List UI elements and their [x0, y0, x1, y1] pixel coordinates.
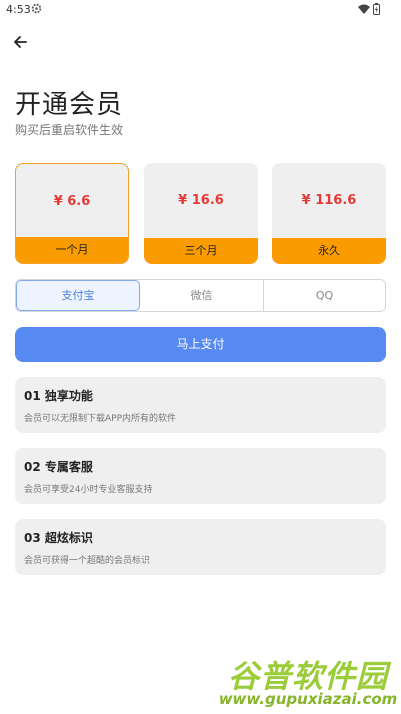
- watermark-logo: 谷普软件园 www.gupuxiazai.com: [218, 651, 398, 709]
- pay-now-button[interactable]: 马上支付: [15, 327, 386, 362]
- plan-list: ¥ 6.6 一个月 ¥ 16.6 三个月 ¥ 116.6 永久: [15, 163, 386, 264]
- wifi-icon: [358, 4, 370, 14]
- plan-card-permanent[interactable]: ¥ 116.6 永久: [272, 163, 386, 264]
- payment-method-tabs: 支付宝 微信 QQ: [15, 279, 386, 312]
- tab-qq[interactable]: QQ: [264, 280, 385, 311]
- plan-price: ¥ 16.6: [178, 193, 224, 208]
- arrow-left-icon[interactable]: [10, 31, 34, 53]
- watermark-url: www.gupuxiazai.com: [218, 690, 398, 708]
- feature-card-support: 02 专属客服 会员可享受24小时专业客服支持: [15, 448, 386, 504]
- page-title: 开通会员: [15, 90, 124, 120]
- feature-title: 02 专属客服: [24, 460, 93, 474]
- tab-wechat[interactable]: 微信: [140, 280, 263, 311]
- feature-desc: 会员可获得一个超酷的会员标识: [24, 556, 151, 566]
- feature-desc: 会员可以无限制下载APP内所有的软件: [24, 414, 177, 424]
- plan-card-three-months[interactable]: ¥ 16.6 三个月: [144, 163, 258, 264]
- battery-icon: [373, 3, 380, 15]
- plan-label: 一个月: [16, 237, 128, 263]
- status-bar: 4:53: [0, 0, 401, 20]
- feature-title: 03 超炫标识: [24, 531, 93, 545]
- feature-title: 01 独享功能: [24, 389, 93, 403]
- tab-alipay[interactable]: 支付宝: [16, 280, 140, 311]
- plan-price: ¥ 116.6: [301, 193, 357, 208]
- feature-card-exclusive: 01 独享功能 会员可以无限制下载APP内所有的软件: [15, 377, 386, 433]
- plan-card-one-month[interactable]: ¥ 6.6 一个月: [15, 163, 129, 264]
- plan-price: ¥ 6.6: [53, 194, 91, 209]
- plan-label: 三个月: [144, 238, 258, 264]
- feature-card-badge: 03 超炫标识 会员可获得一个超酷的会员标识: [15, 519, 386, 575]
- feature-desc: 会员可享受24小时专业客服支持: [24, 485, 153, 495]
- plan-label: 永久: [272, 238, 386, 264]
- status-time: 4:53: [6, 3, 31, 16]
- gear-icon: [31, 3, 42, 14]
- page-subtitle: 购买后重启软件生效: [15, 123, 124, 137]
